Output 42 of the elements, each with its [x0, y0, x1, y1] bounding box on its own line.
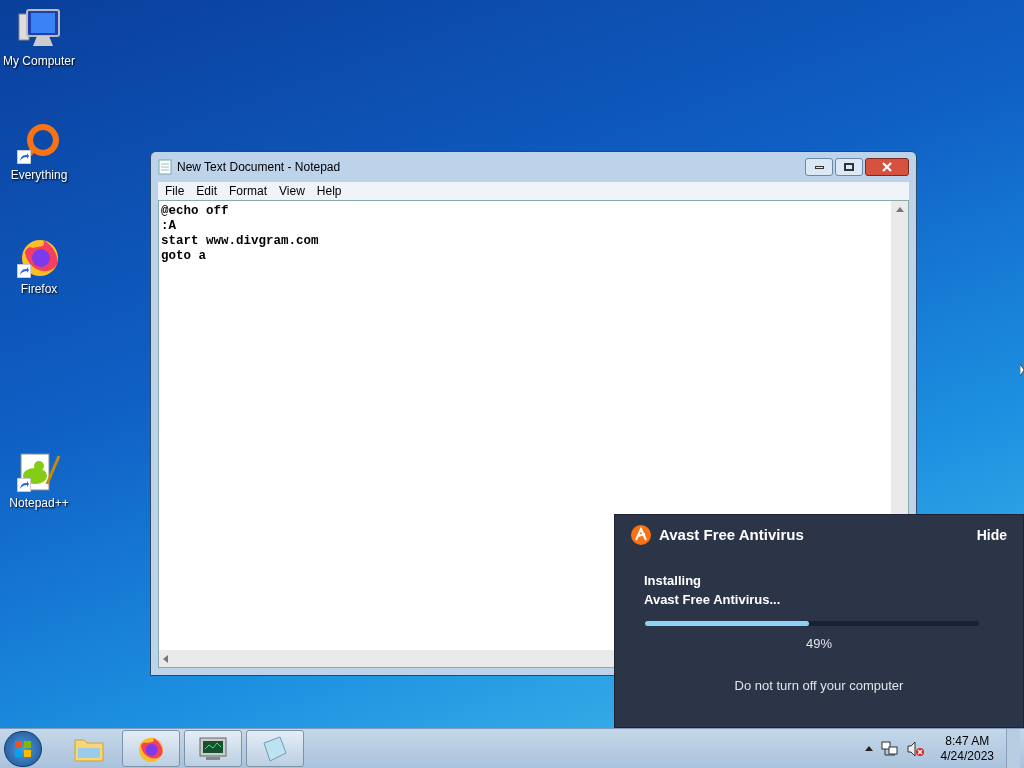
status-text: Avast Free Antivirus...	[644, 591, 782, 609]
notepad-icon	[260, 734, 290, 763]
text-line[interactable]: @echo off	[161, 204, 229, 219]
windows-logo-icon	[14, 739, 32, 758]
scroll-up-icon[interactable]	[895, 207, 904, 213]
menu-item[interactable]: Help	[311, 182, 347, 200]
hide-button[interactable]: Hide	[976, 524, 1007, 546]
desktop-icon-label[interactable]: Notepad++	[9, 494, 69, 512]
desktop-icon-label[interactable]: Firefox	[20, 280, 58, 298]
shortcut-arrow-icon	[17, 478, 31, 492]
shortcut-arrow-icon	[17, 264, 31, 278]
scroll-left-icon[interactable]	[163, 654, 169, 663]
status-text: Installing	[644, 572, 703, 590]
menu-item[interactable]: Format	[224, 182, 273, 200]
menu-item[interactable]: Edit	[191, 182, 223, 200]
desktop-icon-label[interactable]: Everything	[10, 166, 68, 184]
muted-speaker-icon[interactable]	[906, 740, 925, 757]
desktop-icon-label[interactable]: My Computer	[3, 52, 75, 70]
shortcut-arrow-icon	[17, 150, 31, 164]
maximize-button[interactable]	[835, 158, 863, 176]
close-button[interactable]	[865, 158, 909, 176]
notepad-icon	[158, 159, 172, 175]
network-icon[interactable]	[880, 740, 899, 757]
clock-date[interactable]: 4/24/2023	[940, 748, 994, 764]
text-line[interactable]: start www.divgram.com	[161, 234, 319, 249]
taskbar-button[interactable]	[184, 730, 242, 767]
show-hidden-icons-icon[interactable]	[864, 745, 873, 752]
warning-text: Do not turn off your computer	[734, 676, 904, 695]
clock-time[interactable]: 8:47 AM	[945, 733, 990, 749]
taskbar-button[interactable]	[122, 730, 180, 767]
monitor-icon	[198, 735, 228, 762]
popup-title: Avast Free Antivirus	[659, 524, 804, 545]
close-icon	[882, 162, 892, 172]
minimize-button[interactable]	[805, 158, 833, 176]
window-title: New Text Document - Notepad	[177, 159, 341, 176]
menu-item[interactable]: View	[274, 182, 310, 200]
text-line[interactable]: :A	[161, 219, 176, 234]
text-line[interactable]: goto a	[161, 249, 206, 264]
start-button[interactable]	[4, 730, 42, 767]
progress-percent: 49%	[806, 635, 832, 653]
antivirus-logo-icon	[631, 525, 651, 545]
menu-item[interactable]: File	[160, 182, 190, 200]
